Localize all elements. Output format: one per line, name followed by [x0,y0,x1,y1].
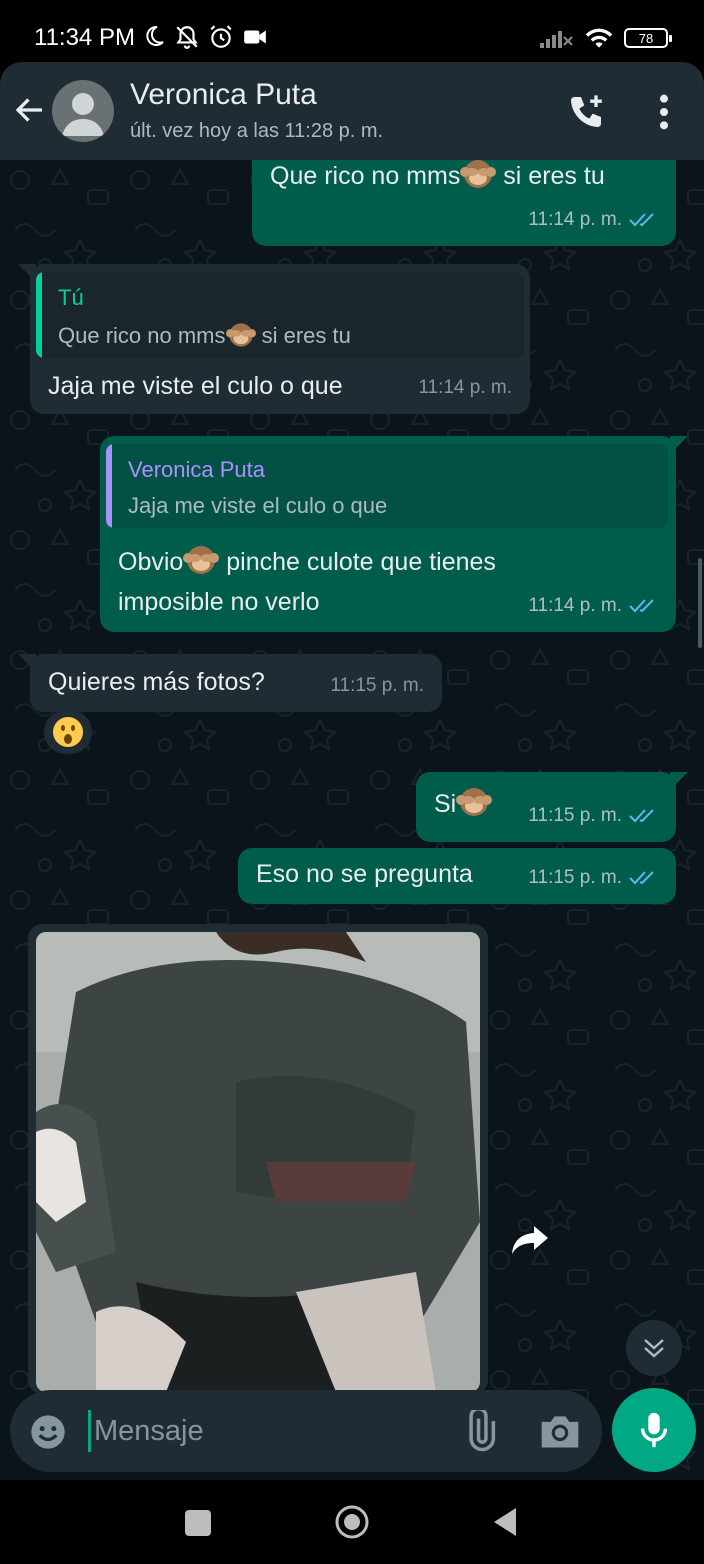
message-bubble-outgoing[interactable]: Veronica Puta Jaja me viste el culo o qu… [100,436,688,632]
message-text: Eso no se pregunta [256,860,473,888]
message-text-line-1: Obvio pinche culote que tienes [118,542,496,582]
status-bar: 11:34 PM 78 [0,0,704,70]
bubble-tail [18,264,36,282]
quote-author: Tú [58,285,84,310]
message-text: Si [434,784,493,824]
see-no-evil-monkey-emoji [183,546,220,574]
message-meta: 11:14 p. m. [528,200,658,240]
message-text: Que rico no mms si eres tu [270,160,605,196]
voice-message-button[interactable] [612,1388,696,1472]
status-time: 11:34 PM [34,24,135,51]
forward-button[interactable] [504,1214,556,1266]
back-arrow-icon[interactable] [12,92,48,128]
see-no-evil-monkey-emoji [460,160,497,188]
photo-image [36,932,480,1392]
bell-off-icon [176,26,198,49]
message-photo[interactable] [36,932,480,1392]
message-text-part: Si [434,790,457,818]
microphone-icon [640,1412,668,1448]
chat-header: Veronica Puta últ. vez hoy a las 11:28 p… [0,62,704,160]
message-bubble-outgoing[interactable]: Que rico no mms si eres tu 11:14 p. m. [252,160,676,246]
avatar[interactable] [52,80,114,142]
message-text: Jaja me viste el culo o que [48,372,343,400]
message-text-part: pinche culote que tienes [219,548,496,576]
message-text-part: si eres tu [496,162,605,190]
message-bubble-outgoing[interactable]: Eso no se pregunta 11:15 p. m. [238,848,676,904]
chat-area[interactable]: Que rico no mms si eres tu 11:14 p. m. T… [0,160,704,1480]
scroll-to-bottom-button[interactable] [626,1320,682,1376]
message-text-line-2: imposible no verlo [118,588,320,616]
home-button[interactable] [334,1504,370,1540]
message-bubble-incoming[interactable]: Tú Que rico no mms si eres tu Jaja me vi… [18,264,530,414]
message-time: 11:14 p. m. [418,377,512,398]
message-meta: 11:15 p. m. [528,796,658,836]
double-chevron-down-icon [644,1339,664,1358]
message-input[interactable] [94,1408,434,1454]
add-call-icon[interactable] [566,92,606,132]
last-seen-status: últ. vez hoy a las 11:28 p. m. [130,120,384,142]
quote-author: Veronica Puta [128,457,265,482]
quote-bar [36,272,42,358]
avatar-icon [62,93,104,136]
bubble-tail [670,772,688,790]
quote-text-part: Que rico no mms [58,323,226,348]
status-icons-right: 78 [540,26,672,50]
message-time: 11:14 p. m. [528,595,622,616]
message-text-part: Que rico no mms [270,162,461,190]
emoji-icon[interactable] [28,1412,68,1452]
battery-level: 78 [638,30,654,46]
camera-icon[interactable] [538,1410,582,1452]
message-time: 11:14 p. m. [528,209,622,230]
paperclip-icon[interactable] [460,1410,502,1452]
text-cursor [88,1410,91,1452]
message-input-bar [10,1390,602,1472]
bubble-tail [18,654,36,672]
message-bubble-incoming[interactable]: Quieres más fotos? 11:15 p. m. [18,654,442,712]
message-meta: 11:15 p. m. [330,666,424,706]
quote-text-part: si eres tu [255,323,351,348]
read-ticks-icon [629,213,654,227]
message-text-part: Obvio [118,548,184,576]
battery-icon: 78 [624,28,672,48]
message-time: 11:15 p. m. [330,675,424,696]
more-vert-icon[interactable] [650,92,678,132]
contact-name[interactable]: Veronica Puta [130,78,317,112]
message-meta: 11:14 p. m. [528,586,658,626]
back-button[interactable] [490,1504,520,1540]
system-nav-bar [0,1480,704,1564]
quoted-message[interactable]: Veronica Puta Jaja me viste el culo o qu… [106,444,668,528]
see-no-evil-monkey-emoji [456,788,493,816]
read-ticks-icon [629,599,654,613]
message-reaction[interactable] [44,710,92,754]
message-time: 11:15 p. m. [528,867,622,888]
signal-icon [540,31,573,48]
see-no-evil-monkey-emoji [225,323,256,347]
alarm-icon [210,25,232,48]
message-text: Quieres más fotos? [48,668,265,696]
astonished-face-icon [53,717,83,747]
scroll-indicator[interactable] [698,558,702,648]
quoted-message[interactable]: Tú Que rico no mms si eres tu [36,272,524,358]
read-ticks-icon [629,809,654,823]
wifi-icon [585,28,613,48]
moon-icon [146,25,164,46]
image-message[interactable] [28,924,488,1394]
quote-bar [106,444,112,528]
quote-text: Que rico no mms si eres tu [58,320,351,350]
message-bubble-outgoing[interactable]: Si 11:15 p. m. [416,772,688,842]
message-time: 11:15 p. m. [528,805,622,826]
quote-text: Jaja me viste el culo o que [128,493,388,518]
message-meta: 11:14 p. m. [418,368,512,408]
status-icons-left [142,24,268,50]
message-meta: 11:15 p. m. [528,858,658,898]
forward-icon [512,1226,548,1254]
recents-button[interactable] [185,1510,211,1536]
bubble-tail [670,436,688,454]
video-icon [244,30,266,44]
read-ticks-icon [629,871,654,885]
